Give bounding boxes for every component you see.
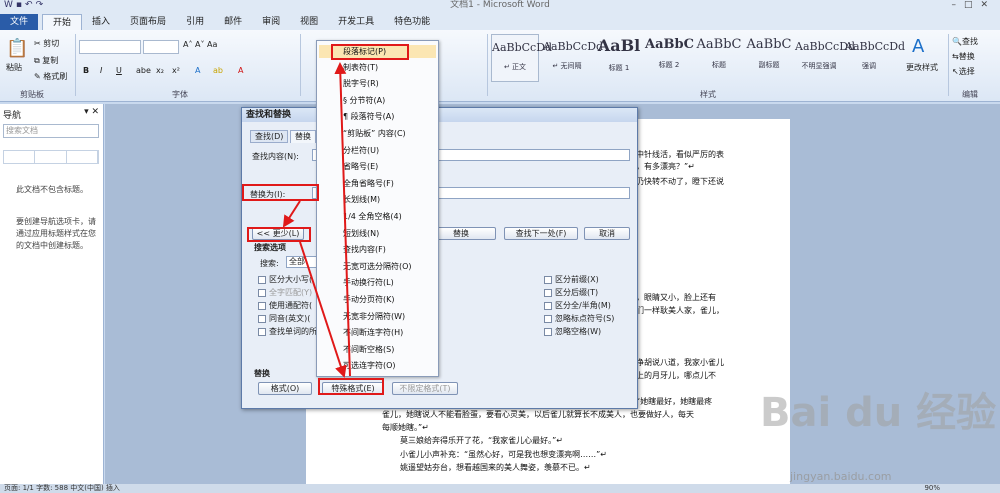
- zoom-level[interactable]: 90%: [924, 484, 940, 493]
- status-text: 页面: 1/1 字数: 588 中文(中国) 插入: [4, 484, 120, 492]
- baidu-watermark-logo: Bai du 经验: [760, 390, 997, 436]
- status-bar: 页面: 1/1 字数: 588 中文(中国) 插入 90%: [0, 484, 1000, 493]
- baidu-watermark-url: jingyan.baidu.com: [790, 470, 892, 483]
